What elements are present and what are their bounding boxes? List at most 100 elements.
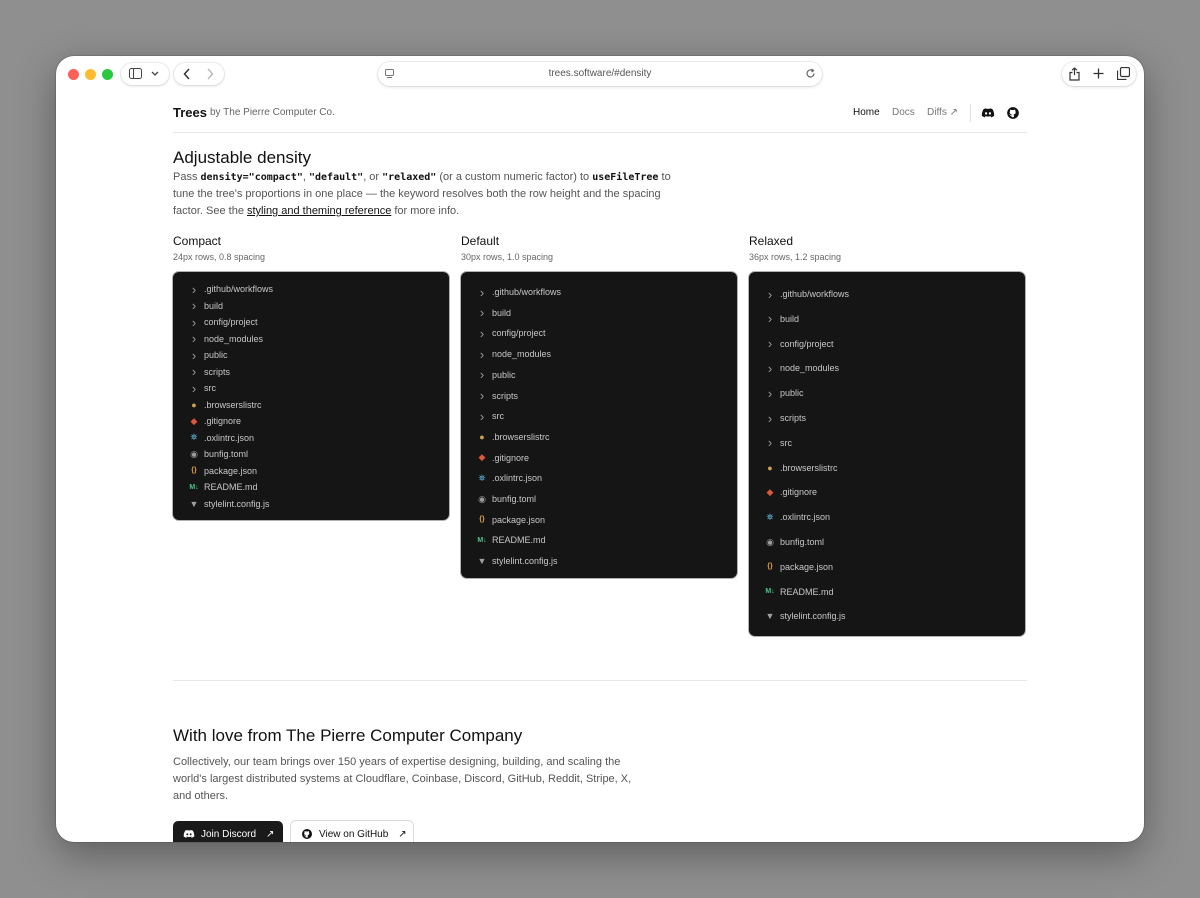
tree-row-label: config/project [492,328,546,339]
brand-logo[interactable]: Trees [173,105,207,120]
tree-row-label: src [204,383,216,393]
tree-row-label: build [204,300,224,311]
file-tree-compact: › .github/workflows › build › config/project ›… [173,272,449,520]
markdown-icon: M↓ [765,588,775,596]
tree-row[interactable]: › public [187,348,439,363]
tree-row[interactable]: ● .browserslistrc [475,430,727,444]
tree-row[interactable]: M↓ README.md [187,480,439,494]
share-icon[interactable] [1069,67,1080,81]
tree-row[interactable]: › config/project [475,326,727,341]
tree-row-label: public [204,350,228,360]
reload-icon[interactable] [805,68,816,79]
back-arrow-icon[interactable] [183,68,191,80]
tree-row-label: .gitignore [780,487,818,498]
tree-row[interactable]: {} package.json [763,560,1015,574]
tree-row[interactable]: ◉ bunfig.toml [763,535,1015,549]
tree-row[interactable]: › public [763,386,1015,401]
tree-row[interactable]: › build [187,298,439,313]
site-header: Trees by The Pierre Computer Co. Home Do… [173,102,1027,133]
github-icon[interactable] [1006,106,1020,120]
browserslist-icon: ● [479,431,485,442]
join-discord-button[interactable]: Join Discord ↗ [173,821,283,842]
tree-row[interactable]: ⛯ .oxlintrc.json [763,510,1015,524]
tree-row[interactable]: ● .browserslistrc [763,461,1015,475]
tree-row[interactable]: › scripts [475,388,727,403]
tree-row[interactable]: › src [187,381,439,396]
discord-icon [183,830,195,838]
zoom-window-button[interactable] [102,69,113,80]
tree-row[interactable]: ◆ .gitignore [763,485,1015,499]
chevron-right-icon: › [191,298,197,313]
column-subtitle-compact: 24px rows, 0.8 spacing [173,252,266,262]
toolbar-actions [1062,62,1136,86]
tree-row[interactable]: › config/project [763,336,1015,351]
tree-row[interactable]: ▼ stylelint.config.js [187,497,439,511]
minimize-window-button[interactable] [85,69,96,80]
url-text: trees.software/#density [548,68,652,79]
tree-row[interactable]: › src [763,435,1015,450]
footer-title: With love from The Pierre Computer Compa… [173,726,523,745]
sidebar-toggle-button[interactable] [121,63,169,85]
tree-row[interactable]: › .github/workflows [763,286,1015,302]
code-default: "default" [309,172,364,183]
tree-row[interactable]: › node_modules [475,347,727,362]
tree-row[interactable]: › config/project [187,315,439,330]
column-title-compact: Compact [173,234,222,248]
footer-description: Collectively, our team brings over 150 y… [173,756,632,802]
tree-row[interactable]: M↓ README.md [763,585,1015,599]
tree-row[interactable]: › node_modules [187,331,439,346]
tree-row[interactable]: ▼ stylelint.config.js [475,554,727,568]
chevron-right-icon: › [767,286,773,302]
tree-row-label: src [492,411,504,422]
tree-row-label: build [780,313,800,324]
tree-row[interactable]: ● .browserslistrc [187,398,439,412]
address-bar[interactable]: trees.software/#density [378,62,822,86]
oxlint-icon: ⛯ [478,472,486,483]
tree-row[interactable]: › public [475,367,727,382]
tree-row[interactable]: ⛯ .oxlintrc.json [187,431,439,445]
sidebar-icon [129,68,142,79]
oxlint-icon: ⛯ [766,511,774,522]
tree-row[interactable]: ⛯ .oxlintrc.json [475,471,727,485]
column-subtitle-default: 30px rows, 1.0 spacing [461,252,554,262]
tree-row[interactable]: ◉ bunfig.toml [187,447,439,461]
tree-row[interactable]: › src [475,409,727,424]
discord-icon[interactable] [981,106,995,120]
tree-row-label: .oxlintrc.json [204,432,255,443]
styling-reference-link[interactable]: styling and theming reference [247,205,391,217]
tree-row[interactable]: › .github/workflows [475,285,727,300]
column-title-relaxed: Relaxed [749,234,794,248]
browser-window: trees.software/#density Trees by The Pie… [56,56,1144,842]
markdown-icon: M↓ [189,483,199,491]
tree-row[interactable]: {} package.json [475,513,727,527]
nav-home[interactable]: Home [853,107,880,118]
tree-row[interactable]: › build [475,305,727,321]
tree-row[interactable]: › scripts [187,364,439,379]
json-braces-icon: {} [767,563,773,571]
chevron-right-icon: › [479,305,485,321]
tree-row[interactable]: M↓ README.md [475,533,727,547]
chevron-right-icon: › [767,410,773,426]
tree-row[interactable]: ◉ bunfig.toml [475,492,727,506]
browser-toolbar: trees.software/#density [56,56,1144,92]
view-on-github-button[interactable]: View on GitHub ↗ [291,821,413,842]
tree-row[interactable]: › scripts [763,410,1015,426]
tree-row[interactable]: › build [763,311,1015,326]
close-window-button[interactable] [68,69,79,80]
tree-row-label: scripts [204,366,231,377]
forward-arrow-icon[interactable] [206,68,214,80]
new-tab-plus-icon[interactable] [1093,68,1104,79]
tree-row[interactable]: {} package.json [187,464,439,478]
nav-docs[interactable]: Docs [892,107,915,118]
tree-row-label: node_modules [204,333,264,344]
nav-diffs[interactable]: Diffs ↗ [927,107,958,118]
bun-icon: ◉ [478,493,486,504]
tree-row[interactable]: ◆ .gitignore [475,451,727,465]
tree-row[interactable]: ▼ stylelint.config.js [763,609,1015,623]
tree-row[interactable]: › .github/workflows [187,281,439,297]
chevron-right-icon: › [191,281,197,297]
tree-row-label: .github/workflows [492,287,562,297]
tab-overview-icon[interactable] [1117,67,1130,80]
tree-row[interactable]: › node_modules [763,361,1015,376]
tree-row[interactable]: ◆ .gitignore [187,414,439,428]
